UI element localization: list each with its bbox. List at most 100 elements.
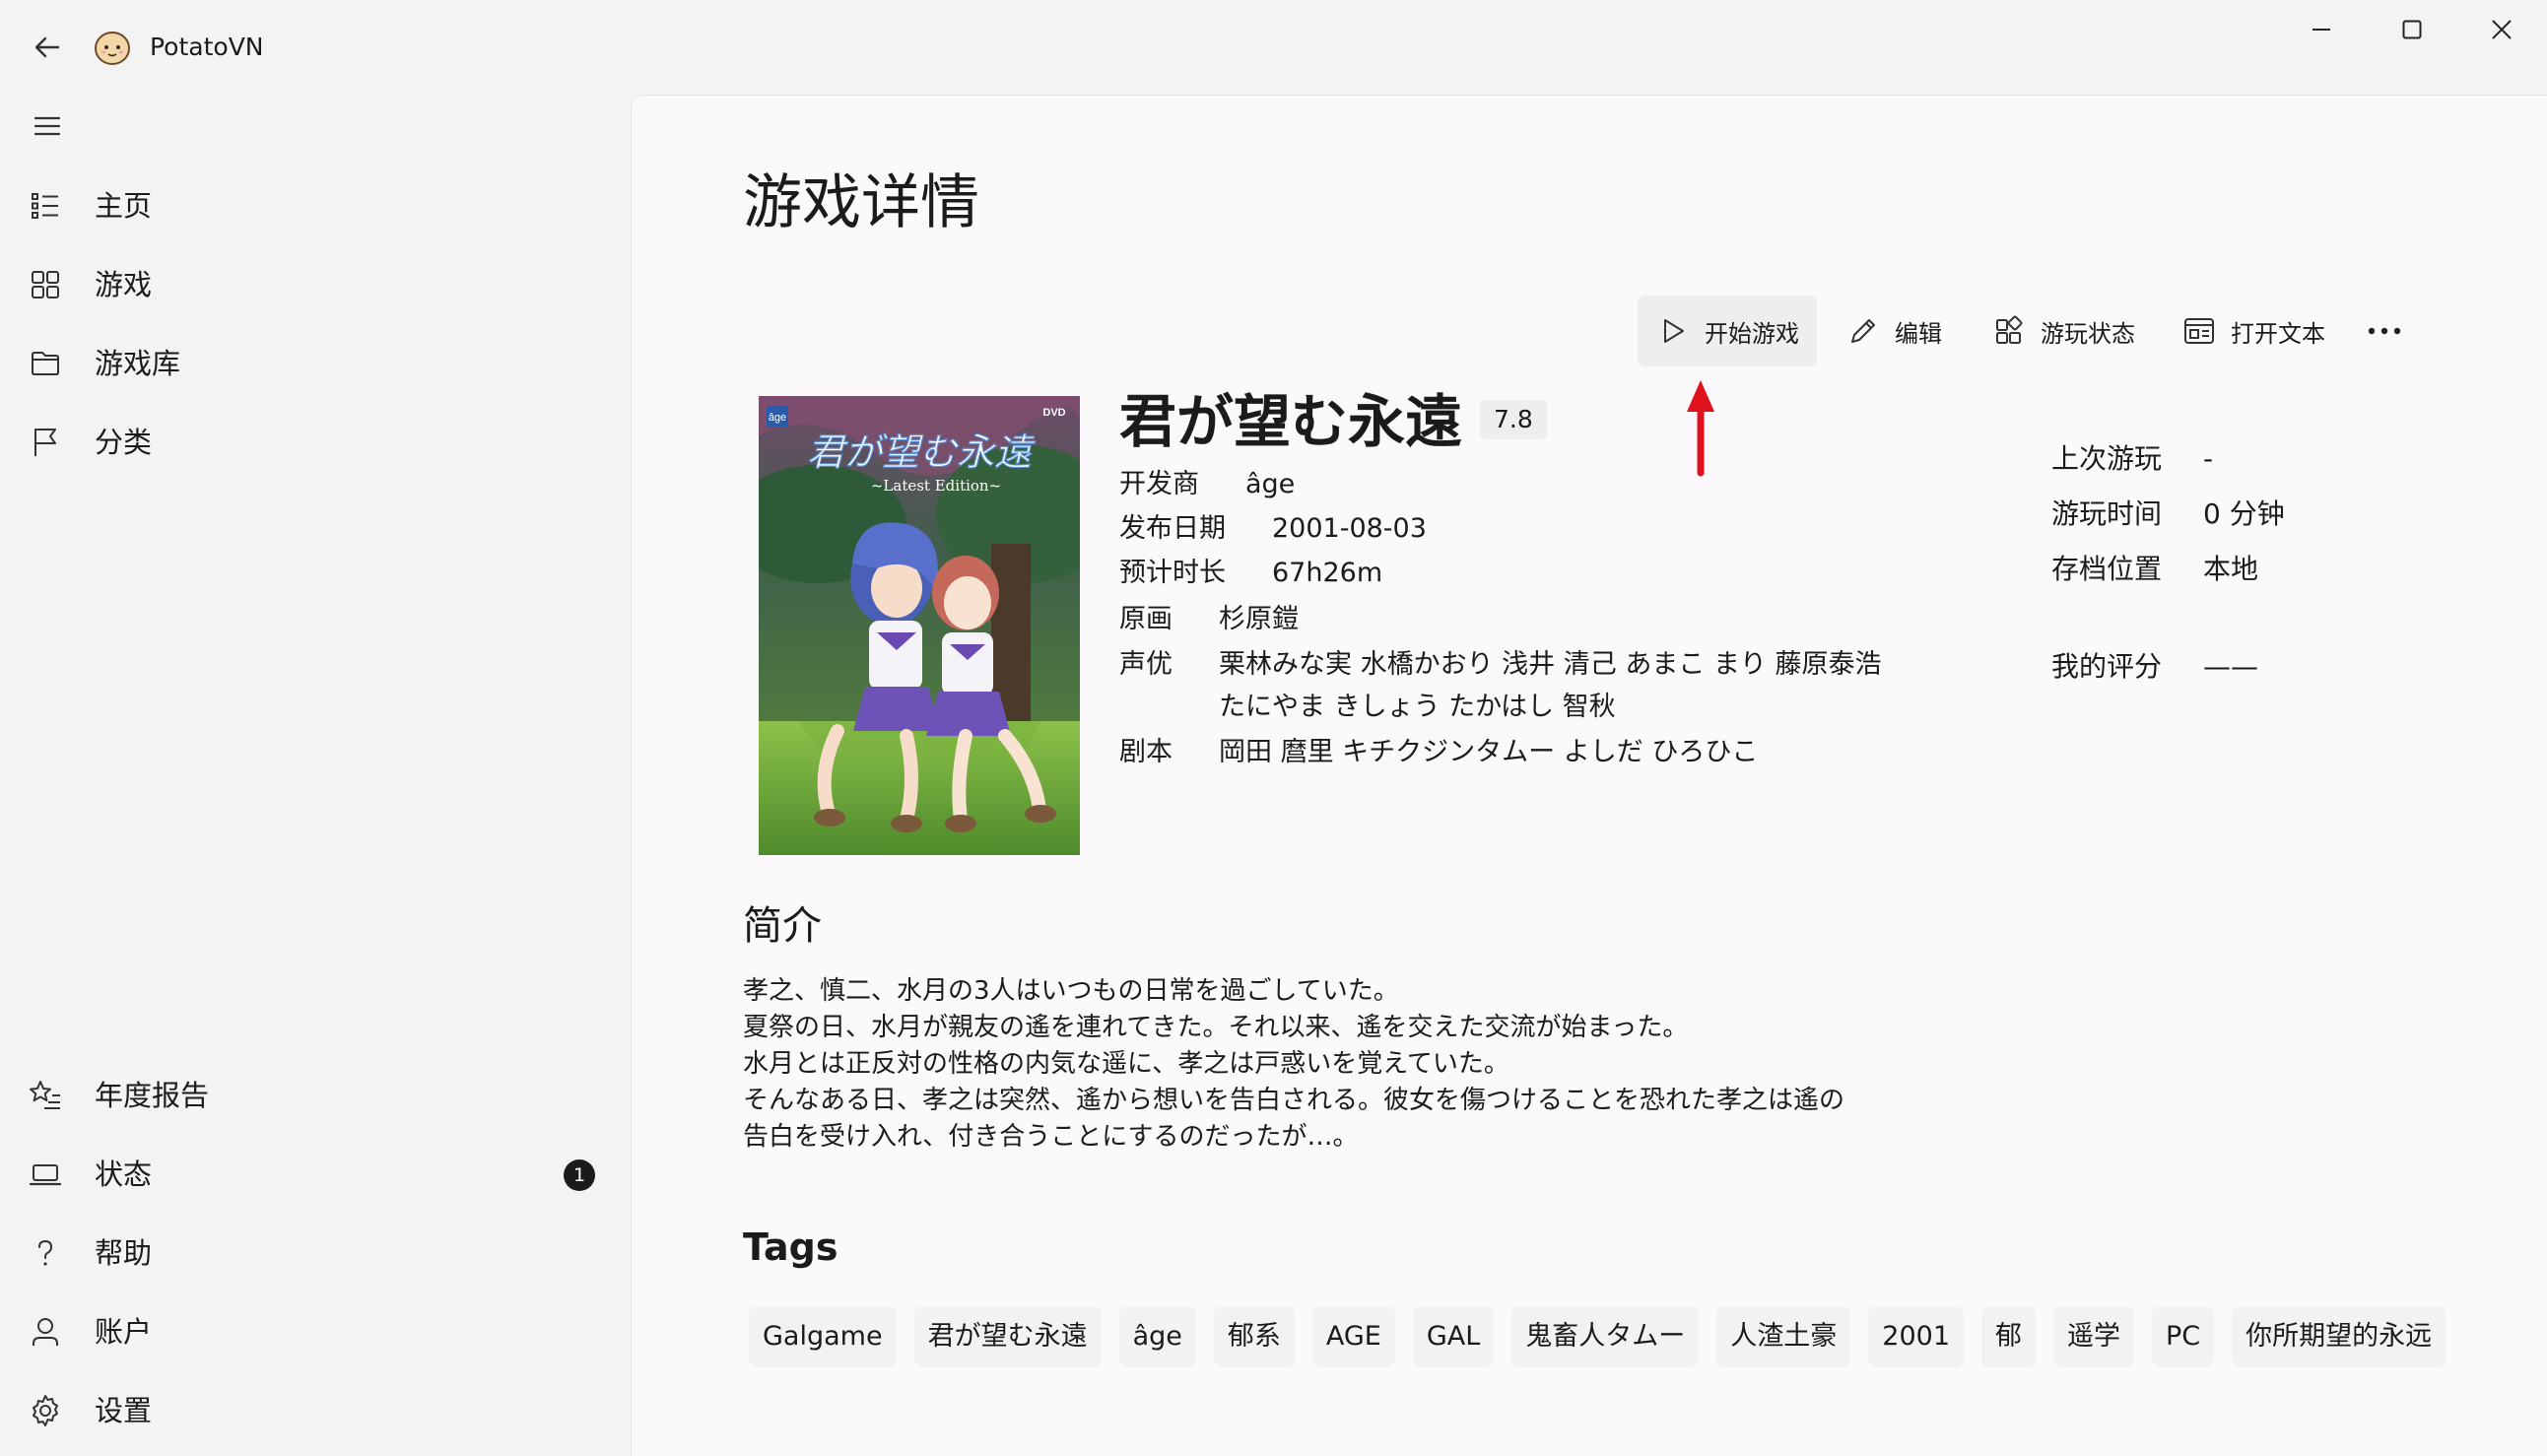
release-date-label: 发布日期 [1119, 513, 1226, 544]
question-icon [28, 1235, 63, 1271]
voice-value-line2[interactable]: たにやま きしょう たかはし 智秋 [1219, 688, 1616, 727]
sidebar-item-label: 帮助 [95, 1236, 153, 1270]
tag-chip[interactable]: 人渣土豪 [1716, 1306, 1851, 1367]
sidebar-item-account[interactable]: 账户 [0, 1296, 631, 1367]
edit-label: 编辑 [1895, 319, 1942, 348]
open-text-label: 打开文本 [2231, 319, 2325, 348]
developer-value[interactable]: âge [1245, 465, 1295, 504]
sidebar-item-label: 游戏 [95, 268, 153, 301]
rating-badge: 7.8 [1480, 400, 1547, 439]
duration-value: 67h26m [1272, 558, 1383, 588]
sidebar-item-help[interactable]: 帮助 [0, 1218, 631, 1289]
synopsis-line: そんなある日、孝之は突然、遙から想いを告白される。彼女を傷つけることを恐れた孝之… [743, 1086, 1845, 1115]
cover-title: 君が望む永遠 [807, 430, 1036, 474]
play-time-label: 游玩时间 [2051, 497, 2163, 530]
cover-subtitle: ~Latest Edition~ [871, 477, 1001, 495]
play-status-button[interactable]: 游玩状态 [1974, 296, 2153, 366]
sidebar-item-label: 游戏库 [95, 347, 181, 380]
app-logo-icon [93, 28, 132, 67]
more-dots-icon [2368, 327, 2401, 335]
add-apps-icon [1991, 313, 2027, 349]
status-badge: 1 [564, 1159, 595, 1191]
tags-title: Tags [743, 1225, 838, 1269]
save-location-label: 存档位置 [2051, 553, 2163, 585]
release-date-value: 2001-08-03 [1272, 513, 1427, 544]
tag-chip[interactable]: 郁 [1981, 1306, 2037, 1367]
last-played-value: - [2203, 442, 2214, 475]
hamburger-menu-button[interactable] [22, 100, 73, 152]
sidebar-item-label: 状态 [95, 1158, 153, 1191]
sidebar-item-settings[interactable]: 设置 [0, 1375, 631, 1446]
more-options-button[interactable] [2357, 296, 2412, 366]
back-arrow-icon [34, 36, 60, 58]
tag-chip[interactable]: AGE [1311, 1306, 1395, 1367]
title-bar: PotatoVN [0, 0, 2547, 95]
my-rating-label: 我的评分 [2051, 650, 2163, 683]
tag-chip[interactable]: Galgame [749, 1306, 897, 1367]
voice-label: 声优 [1119, 649, 1173, 680]
close-icon [2492, 20, 2512, 39]
play-status-label: 游玩状态 [2041, 319, 2135, 348]
tag-chip[interactable]: 2001 [1868, 1306, 1965, 1367]
sidebar-item-library[interactable]: 游戏库 [0, 328, 631, 399]
hamburger-icon [34, 116, 61, 136]
sidebar-item-label: 主页 [95, 189, 153, 223]
maximize-button[interactable] [2367, 0, 2457, 59]
tag-chip[interactable]: 君が望む永遠 [913, 1306, 1102, 1367]
play-icon [1655, 313, 1691, 349]
synopsis-title: 简介 [743, 903, 822, 949]
save-location-value[interactable]: 本地 [2203, 550, 2258, 589]
art-label: 原画 [1119, 604, 1173, 634]
duration-label: 预计时长 [1119, 558, 1226, 588]
developer-label: 开发商 [1119, 469, 1199, 499]
play-time-value: 0 分钟 [2203, 497, 2285, 530]
maximize-icon [2402, 20, 2422, 39]
sidebar-item-label: 设置 [95, 1394, 153, 1427]
sidebar-item-status[interactable]: 状态 1 [0, 1139, 631, 1210]
page-title: 游戏详情 [743, 168, 979, 237]
app-title: PotatoVN [150, 33, 264, 61]
sidebar-item-annual-report[interactable]: 年度报告 [0, 1060, 631, 1131]
voice-value-line1[interactable]: 栗林みな実 水橋かおり 浅井 清己 あまこ まり 藤原泰浩 [1219, 645, 1882, 685]
laptop-icon [28, 1157, 63, 1192]
art-value[interactable]: 杉原鎧 [1219, 600, 1299, 639]
close-button[interactable] [2456, 0, 2547, 59]
sidebar-item-games[interactable]: 游戏 [0, 249, 631, 320]
back-button[interactable] [22, 22, 73, 73]
game-cover-image: âge DVD 君が望む永遠 ~Latest Edition~ [759, 396, 1080, 855]
game-title: 君が望む永遠 [1119, 388, 1463, 455]
tag-chip[interactable]: PC [2152, 1306, 2215, 1367]
my-rating-value[interactable]: —— [2203, 647, 2258, 687]
cover-dvd: DVD [1042, 407, 1065, 419]
tag-chip[interactable]: 鬼畜人タムー [1511, 1306, 1700, 1367]
grid-icon [28, 267, 63, 302]
folder-icon [28, 346, 63, 381]
synopsis-line: 夏祭の日、水月が親友の遙を連れてきた。それ以来、遙を交えた交流が始まった。 [743, 1013, 1689, 1042]
annotation-arrow [1687, 380, 1714, 477]
tag-chip[interactable]: GAL [1412, 1306, 1495, 1367]
cover-logo: âge [769, 412, 786, 424]
open-text-button[interactable]: 打开文本 [2164, 296, 2343, 366]
tag-list: Galgame 君が望む永遠 âge 郁系 AGE GAL 鬼畜人タムー 人渣土… [749, 1306, 2446, 1367]
play-game-button[interactable]: 开始游戏 [1638, 296, 1817, 366]
tag-chip[interactable]: 你所期望的永远 [2232, 1306, 2446, 1367]
sidebar-item-label: 账户 [95, 1315, 153, 1349]
flag-icon [28, 425, 63, 460]
gear-icon [28, 1393, 63, 1428]
tag-chip[interactable]: âge [1118, 1306, 1196, 1367]
synopsis-line: 孝之、慎二、水月の3人はいつもの日常を過ごしていた。 [743, 976, 1399, 1006]
script-value[interactable]: 岡田 麿里 キチクジンタムー よしだ ひろひこ [1219, 733, 1758, 772]
star-list-icon [28, 1078, 63, 1113]
person-icon [28, 1314, 63, 1350]
sidebar-item-category[interactable]: 分类 [0, 407, 631, 478]
text-window-icon [2181, 313, 2217, 349]
synopsis-line: 水月とは正反対の性格の内気な遥に、孝之は戸惑いを覚えていた。 [743, 1049, 1509, 1079]
sidebar-item-home[interactable]: 主页 [0, 170, 631, 241]
synopsis-text: 孝之、慎二、水月の3人はいつもの日常を過ごしていた。 夏祭の日、水月が親友の遙を… [743, 973, 1984, 1156]
tag-chip[interactable]: 遥学 [2053, 1306, 2135, 1367]
minimize-button[interactable] [2276, 0, 2367, 59]
home-list-icon [28, 188, 63, 224]
minimize-icon [2312, 29, 2330, 31]
edit-button[interactable]: 编辑 [1828, 296, 1960, 366]
tag-chip[interactable]: 郁系 [1213, 1306, 1295, 1367]
